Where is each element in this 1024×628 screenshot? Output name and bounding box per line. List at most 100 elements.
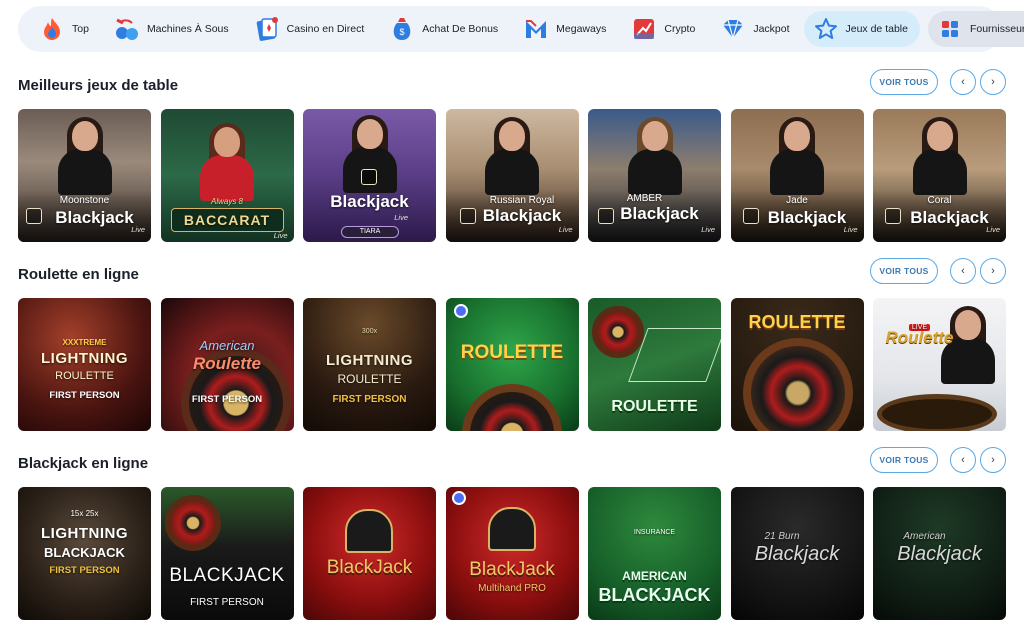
svg-text:$: $ (400, 27, 405, 37)
provider-icon (453, 304, 468, 318)
game-tile[interactable]: Moonstone Blackjack Live (18, 109, 151, 242)
chevron-right-icon: › (991, 265, 995, 277)
game-note: INSURANCE (633, 529, 676, 536)
game-subtitle: Always 8 (210, 197, 243, 206)
game-footer: FIRST PERSON (190, 597, 264, 608)
nav-item-bonus-buy[interactable]: $ Achat De Bonus (388, 11, 508, 47)
nav-item-crypto[interactable]: Crypto (630, 11, 705, 47)
game-tile[interactable]: American Blackjack (873, 487, 1006, 620)
game-tile[interactable]: ROULETTE (588, 298, 721, 431)
game-badge: American (199, 338, 255, 353)
game-title: ROULETTE (611, 398, 698, 415)
game-subtitle: ROULETTE (55, 370, 114, 382)
game-tile[interactable]: Always 8 BACCARAT Live (160, 109, 294, 242)
nav-item-live-casino[interactable]: Casino en Direct (253, 11, 375, 47)
chevron-left-icon: ‹ (961, 454, 965, 466)
live-cards-icon (253, 15, 281, 43)
game-title: BlackJack (469, 559, 555, 580)
game-tile[interactable]: BlackJack (303, 487, 436, 620)
game-tile[interactable]: INSURANCE AMERICAN BLACKJACK (588, 487, 721, 620)
game-title: ROULETTE (460, 342, 564, 363)
game-tile[interactable]: ROULETTE (730, 298, 864, 431)
section-online-blackjack: Blackjack en ligne VOIR TOUS ‹ › 15x 25x… (18, 447, 1006, 625)
live-tag: Live (131, 225, 145, 234)
dealer-image (200, 123, 254, 201)
game-tile[interactable]: 300x LIGHTNING ROULETTE FIRST PERSON (303, 298, 436, 431)
nav-item-providers[interactable]: Fournisseurs (927, 11, 1024, 47)
see-all-button[interactable]: VOIR TOUS (870, 69, 938, 95)
section-title: Blackjack en ligne (18, 455, 149, 472)
grid-icon (936, 15, 964, 43)
megaways-icon (522, 15, 550, 43)
game-tile[interactable]: LIVE Roulette (873, 298, 1006, 431)
nav-item-top[interactable]: Top (38, 11, 99, 47)
section-controls: VOIR TOUS ‹ › (870, 258, 1006, 284)
game-tile[interactable]: AMBER Blackjack Live (588, 109, 721, 242)
game-subtitle: Russian Royal (489, 195, 555, 206)
live-tag: Live (986, 225, 1000, 234)
game-title: Blackjack (620, 204, 699, 223)
see-all-button[interactable]: VOIR TOUS (870, 258, 938, 284)
game-tile[interactable]: 15x 25x LIGHTNING BLACKJACK FIRST PERSON (18, 487, 151, 620)
section-title: Meilleurs jeux de table (18, 77, 179, 94)
game-tile[interactable]: Blackjack Live TIARA (303, 109, 436, 242)
category-nav: Top Machines À Sous Casino en Direct $ A… (18, 6, 1024, 52)
game-footer: FIRST PERSON (332, 394, 407, 405)
game-badge: 21 Burn (764, 531, 800, 542)
game-title: Roulette (885, 328, 954, 347)
game-tile[interactable]: Jade Blackjack Live (730, 109, 864, 242)
game-tile[interactable]: Coral Blackjack Live (873, 109, 1006, 242)
live-tag: Live (394, 213, 408, 222)
game-tile[interactable]: BlackJack Multihand PRO (445, 487, 579, 620)
game-tile[interactable]: ROULETTE (445, 298, 579, 431)
section-best-table-games: Meilleurs jeux de table VOIR TOUS ‹ › Mo… (18, 69, 1006, 247)
see-all-button[interactable]: VOIR TOUS (870, 447, 938, 473)
game-badge: AMERICAN (622, 569, 687, 583)
cherries-icon (113, 15, 141, 43)
nav-item-slots[interactable]: Machines À Sous (113, 11, 239, 47)
game-tile[interactable]: American Roulette FIRST PERSON (160, 298, 294, 431)
game-tile[interactable]: BLACKJACK FIRST PERSON (160, 487, 294, 620)
live-tag: Live (273, 231, 288, 240)
section-title: Roulette en ligne (18, 266, 139, 283)
nav-item-megaways[interactable]: Megaways (522, 11, 616, 47)
game-title: BlackJack (326, 557, 413, 578)
chevron-left-icon: ‹ (961, 76, 965, 88)
game-tile[interactable]: XXXTREME LIGHTNING ROULETTE FIRST PERSON (18, 298, 151, 431)
diamond-icon (719, 15, 747, 43)
next-button[interactable]: › (980, 69, 1006, 95)
next-button[interactable]: › (980, 258, 1006, 284)
game-subtitle: ROULETTE (337, 372, 402, 386)
nav-item-table-games[interactable]: Jeux de table (803, 11, 920, 47)
game-title: BLACKJACK (169, 565, 285, 586)
game-title: BLACKJACK (598, 585, 711, 605)
prev-button[interactable]: ‹ (950, 258, 976, 284)
dealer-image (912, 117, 967, 195)
game-tile[interactable]: Russian Royal Blackjack Live (445, 109, 579, 242)
next-button[interactable]: › (980, 447, 1006, 473)
crypto-chart-icon (630, 15, 658, 43)
fire-icon (38, 15, 66, 43)
game-tile[interactable]: 21 Burn Blackjack (730, 487, 864, 620)
star-icon (812, 15, 840, 43)
game-subtitle: Multihand PRO (478, 583, 546, 594)
cards-icon (361, 169, 377, 185)
game-subtitle: Coral (927, 195, 952, 206)
section-controls: VOIR TOUS ‹ › (870, 447, 1006, 473)
prev-button[interactable]: ‹ (950, 69, 976, 95)
game-footer: FIRST PERSON (49, 390, 120, 401)
section-online-roulette: Roulette en ligne VOIR TOUS ‹ › XXXTREME… (18, 258, 1006, 436)
prev-button[interactable]: ‹ (950, 447, 976, 473)
game-title: Roulette (193, 354, 261, 373)
game-badge: 300x (361, 328, 378, 335)
game-title: ROULETTE (748, 312, 846, 332)
game-title: LIGHTNING (326, 352, 413, 369)
nav-item-jackpot[interactable]: Jackpot (719, 11, 799, 47)
game-subtitle: AMBER (626, 193, 663, 204)
bonus-bag-icon: $ (388, 15, 416, 43)
live-tag: Live (558, 225, 573, 234)
game-title: Blackjack (754, 543, 840, 565)
game-subtitle: Jade (786, 195, 808, 206)
game-badge: XXXTREME (62, 338, 107, 347)
game-badge: American (903, 531, 946, 542)
